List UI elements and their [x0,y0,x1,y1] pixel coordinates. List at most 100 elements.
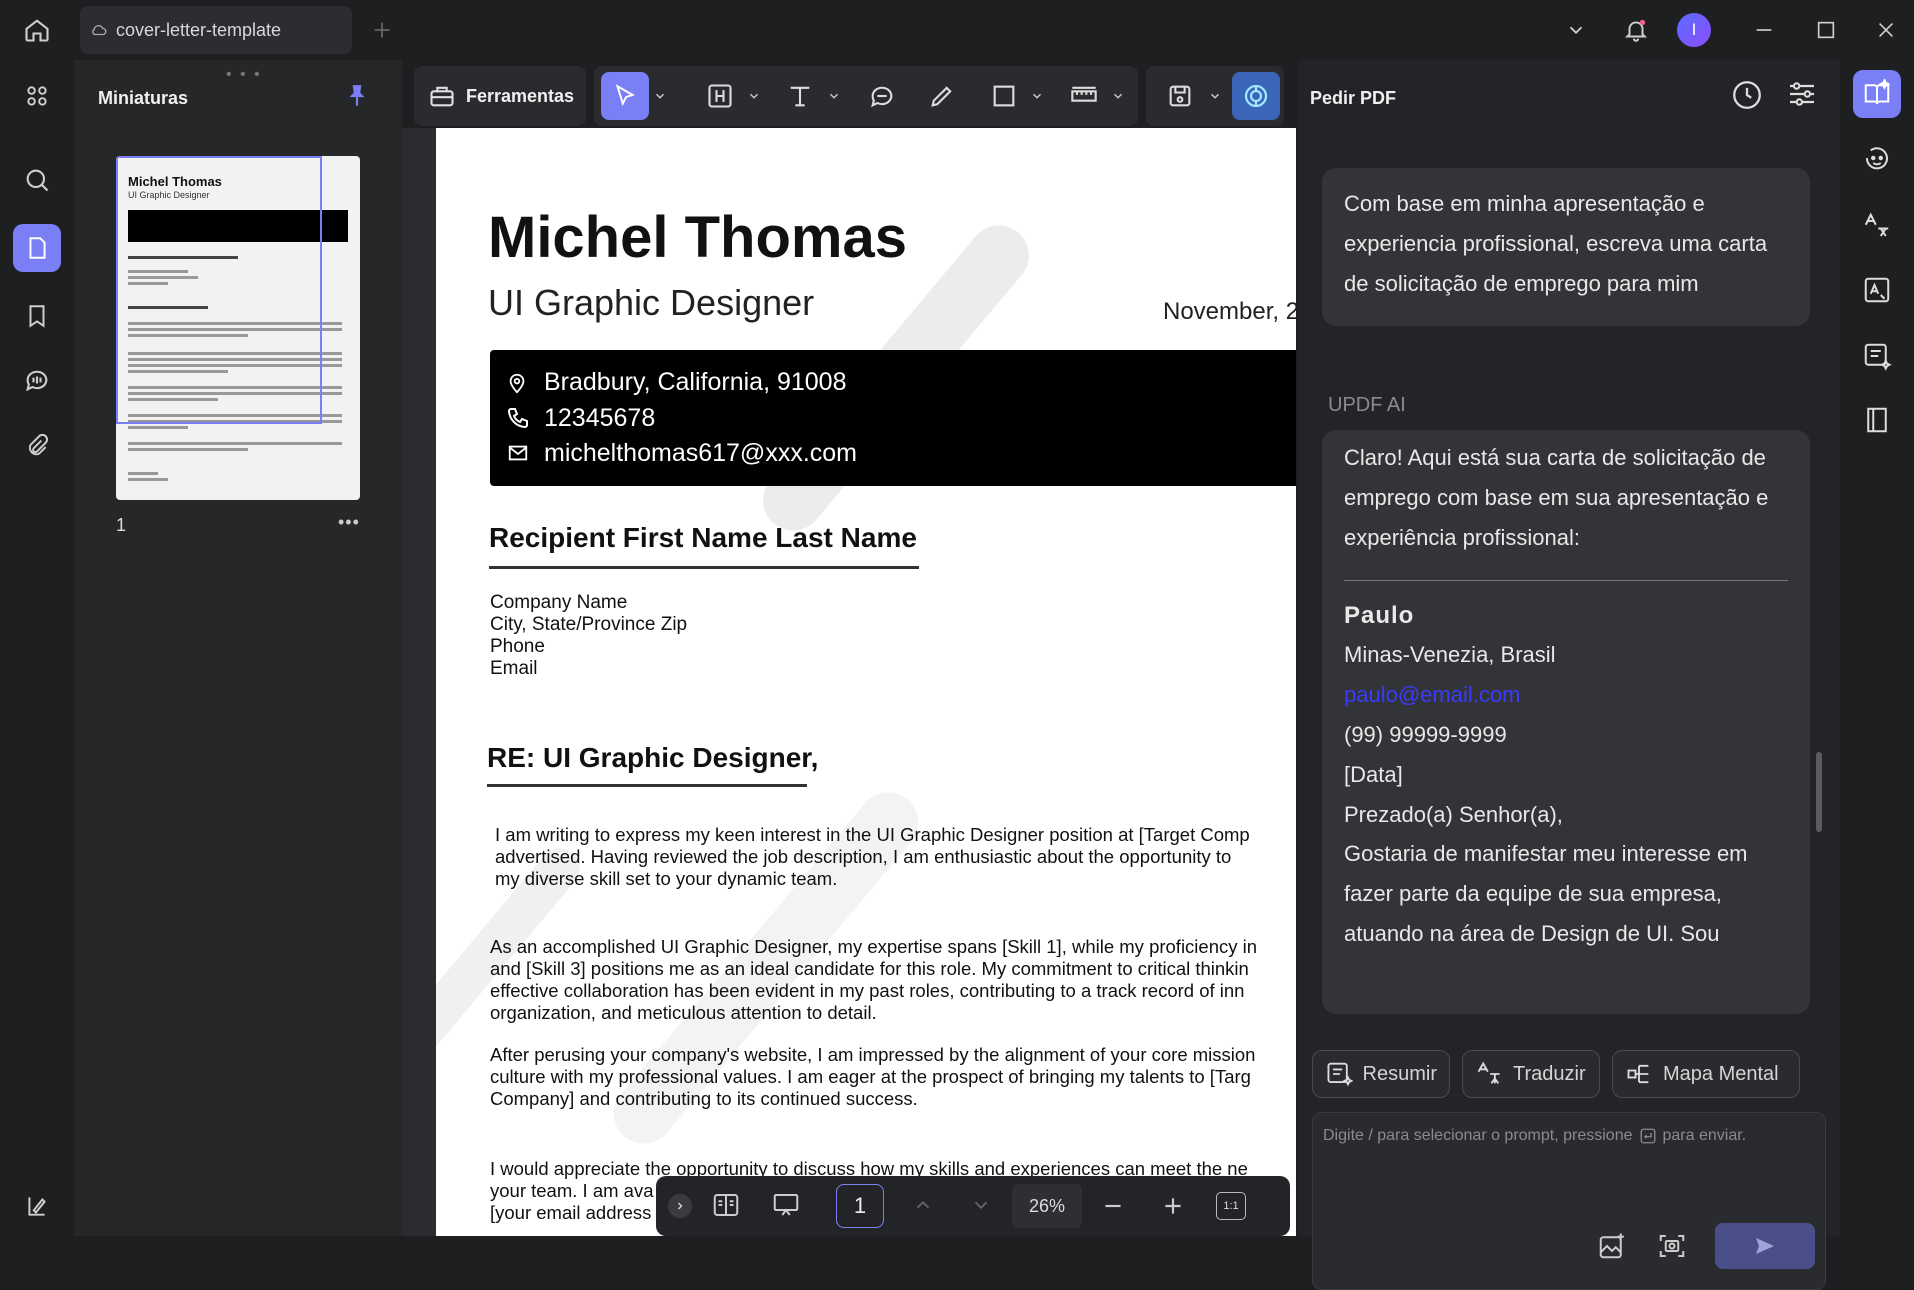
bottom-navigation: 1 26% 1:1 [656,1176,1290,1236]
contact-email: michelthomas617@xxx.com [544,439,857,467]
cursor-icon [615,84,635,107]
drag-handle-icon[interactable]: • • • [226,66,262,84]
letter-phone: (99) 99999-9999 [1344,722,1507,747]
bookmark-icon[interactable] [13,292,61,340]
form-sparkle-icon[interactable] [1853,332,1901,380]
tools-button[interactable]: Ferramentas [428,72,578,120]
settings-sliders-icon[interactable] [1786,78,1818,110]
send-button[interactable] [1715,1223,1815,1269]
letter-greeting: Prezado(a) Senhor(a), [1344,802,1563,827]
letter-city: Minas-Venezia, Brasil [1344,642,1556,667]
prompt-input[interactable]: Digite / para selecionar o prompt, press… [1312,1112,1826,1290]
ai-assistant-button[interactable] [1232,72,1280,120]
re-heading: RE: UI Graphic Designer, [487,742,819,773]
chevron-right-icon[interactable] [668,1194,692,1218]
measure-tool-icon[interactable] [1064,72,1104,120]
letter-name: Paulo [1344,602,1415,629]
close-icon[interactable] [1866,10,1906,50]
chevron-down-icon[interactable] [1028,72,1046,120]
book-icon[interactable] [1853,396,1901,444]
minimize-icon[interactable] [1744,10,1784,50]
translate-icon[interactable] [1853,202,1901,250]
company-line: Email [490,658,538,679]
comments-icon[interactable] [13,356,61,404]
company-block: Company Name City, State/Province Zip Ph… [490,592,687,680]
ai-bot-icon[interactable] [1853,134,1901,182]
save-icon[interactable] [1160,72,1200,120]
chevron-down-icon[interactable] [1556,10,1596,50]
highlight-tool-icon[interactable] [700,72,740,120]
viewport-indicator[interactable] [116,156,322,424]
presentation-icon[interactable] [770,1190,802,1220]
company-line: Phone [490,636,545,657]
page-number: 1 [116,515,127,535]
ai-chat-book-icon[interactable] [1853,70,1901,118]
maximize-icon[interactable] [1806,10,1846,50]
thumbnails-panel: • • • Miniaturas Michel Thomas UI Graphi… [74,60,402,1236]
translate-icon [1477,1061,1500,1084]
pdf-page[interactable]: Michel Thomas UI Graphic Designer Novemb… [436,128,1296,1236]
reading-mode-icon[interactable] [710,1190,742,1220]
translate-chip[interactable]: Traduzir [1462,1050,1600,1098]
title-bar: cover-letter-template I [0,0,1914,60]
mind-map-icon [1627,1064,1649,1084]
summarize-icon [1327,1062,1353,1087]
chevron-down-icon[interactable] [1109,72,1127,120]
zoom-in-icon[interactable] [1160,1193,1186,1219]
comment-tool-icon[interactable] [862,72,902,120]
actual-size-button[interactable]: 1:1 [1216,1192,1246,1220]
chevron-down-icon[interactable] [970,1194,992,1216]
paragraph-3: After perusing your company's website, I… [490,1044,1256,1109]
pen-tool-icon[interactable] [922,72,962,120]
contact-box: Bradbury, California, 91008 12345678 mic… [490,350,1296,486]
pin-icon[interactable] [344,82,370,110]
zoom-out-icon[interactable] [1100,1193,1126,1219]
tools-label: Ferramentas [466,85,575,106]
document-tab[interactable]: cover-letter-template [80,6,352,54]
prompt-placeholder: Digite / para selecionar o prompt, press… [1323,1127,1747,1144]
chevron-up-icon[interactable] [912,1194,934,1216]
zoom-level[interactable]: 26% [1012,1184,1082,1228]
notification-bell-icon[interactable] [1616,10,1656,50]
document-date: November, 2 [1163,298,1296,325]
chat-scrollbar[interactable] [1816,752,1822,832]
apps-grid-icon[interactable] [13,72,61,120]
thumbnails-icon[interactable] [13,224,61,272]
document-name: Michel Thomas [488,205,907,270]
select-tool-button[interactable] [601,72,649,120]
panel-title: Miniaturas [98,88,189,108]
new-tab-icon[interactable] [362,10,402,50]
avatar[interactable]: I [1674,10,1714,50]
chevron-down-icon[interactable] [1206,72,1224,120]
location-pin-icon [509,373,525,394]
home-icon[interactable] [17,10,57,50]
ai-label: UPDF AI [1328,394,1406,416]
summarize-chip[interactable]: Resumir [1312,1050,1450,1098]
right-rail [1840,60,1914,1236]
send-icon [1756,1238,1774,1254]
page-input[interactable]: 1 [836,1184,884,1228]
page-thumbnail[interactable]: Michel Thomas UI Graphic Designer [116,156,360,500]
ocr-icon[interactable] [1853,266,1901,314]
ai-logo-icon [1244,84,1268,108]
paragraph-1: I am writing to express my keen interest… [495,824,1250,889]
mail-icon [508,445,528,461]
shape-tool-icon[interactable] [984,72,1024,120]
letter-email-link[interactable]: paulo@email.com [1344,682,1520,708]
more-options-icon[interactable]: ••• [338,512,360,533]
text-tool-icon[interactable] [780,72,820,120]
ai-intro: Claro! Aqui está sua carta de solicitaçã… [1344,445,1769,550]
chevron-down-icon[interactable] [745,72,763,120]
history-icon[interactable] [1730,78,1764,112]
ai-response-bubble: Claro! Aqui está sua carta de solicitaçã… [1322,430,1810,1014]
layers-icon[interactable] [13,1182,61,1230]
search-icon[interactable] [13,156,61,204]
mind-map-chip[interactable]: Mapa Mental [1612,1050,1800,1098]
letter-date: [Data] [1344,762,1403,787]
recipient-heading: Recipient First Name Last Name [489,522,917,553]
chevron-down-icon[interactable] [825,72,843,120]
ai-panel-title: Pedir PDF [1310,88,1397,108]
phone-icon [507,408,528,429]
chevron-down-icon[interactable] [651,72,669,120]
attachment-icon[interactable] [13,422,61,470]
